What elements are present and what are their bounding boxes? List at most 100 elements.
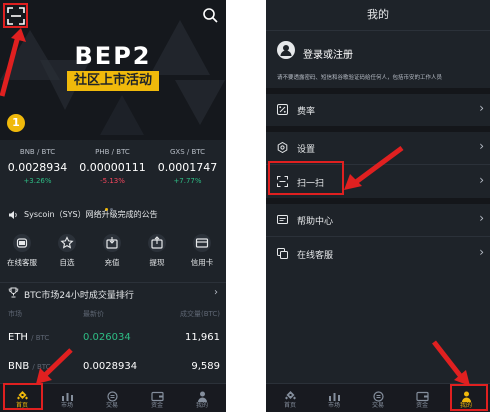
promo-banner[interactable]: BEP2 社区上市活动 1 — [0, 0, 226, 140]
ticker-change: -5.13% — [100, 177, 125, 185]
percent-icon — [277, 104, 288, 115]
market-pair: ETH / BTC — [8, 332, 49, 343]
highlight-arrow-profile — [432, 340, 470, 386]
banner-headline: BEP2 — [74, 42, 152, 70]
security-warning: 请不要透露密码、短信和谷歌验证码给任何人，包括币安的工作人员 — [277, 75, 443, 81]
tab-home[interactable]: 首页 — [268, 384, 312, 412]
ticker-change: +3.26% — [23, 177, 52, 185]
market-last-price: 0.026034 — [83, 332, 131, 343]
tab-profile[interactable]: 我的 — [180, 384, 224, 412]
ticker-phb-btc[interactable]: PHB / BTC 0.00000111 -5.13% — [75, 148, 150, 185]
quick-action-label: 自选 — [59, 258, 75, 267]
column-volume: 成交量(BTC) — [179, 310, 220, 318]
market-table-header: 市场 最新价 成交量(BTC) — [0, 307, 226, 319]
menu-item-label: 费率 — [297, 107, 316, 117]
chevron-right-icon: › — [214, 287, 218, 298]
quick-action-label: 在线客服 — [7, 258, 37, 267]
headset-icon — [13, 234, 31, 252]
tab-trade[interactable]: 交易 — [356, 384, 400, 412]
column-market: 市场 — [8, 310, 22, 318]
menu-item-label: 帮助中心 — [297, 217, 334, 227]
market-icon — [328, 387, 341, 401]
profile-screen: 我的 登录或注册 请不要透露密码、短信和谷歌验证码给任何人，包括币安的工作人员 … — [266, 0, 490, 412]
market-base: BNB — [8, 361, 30, 372]
ranking-header[interactable]: BTC市场24小时成交量排行 › — [0, 282, 226, 303]
highlight-box-home-tab — [3, 383, 43, 410]
ticker-gxs-btc[interactable]: GXS / BTC 0.0001747 +7.77% — [150, 148, 225, 185]
profile-icon — [196, 387, 209, 402]
market-icon — [61, 387, 74, 401]
menu-item-settings[interactable]: 设置 › — [266, 130, 490, 165]
speaker-icon — [9, 211, 17, 219]
chevron-right-icon: › — [479, 101, 484, 115]
quick-action-support[interactable]: 在线客服 — [0, 234, 44, 268]
ticker-pair: GXS / BTC — [169, 148, 206, 156]
market-volume: 11,961 — [185, 332, 220, 343]
ticker-strip: BNB / BTC 0.0028934 +3.26% PHB / BTC 0.0… — [0, 148, 226, 196]
trade-icon — [106, 387, 119, 402]
menu-item-support[interactable]: 在线客服 › — [266, 236, 490, 270]
ticker-pair: PHB / BTC — [95, 148, 130, 156]
announcement-text: Syscoin（SYS）网络升级完成的公告 — [24, 210, 158, 219]
help-icon — [277, 215, 288, 224]
trade-icon — [372, 387, 385, 402]
tab-market[interactable]: 市场 — [45, 384, 89, 412]
login-register-row[interactable]: 登录或注册 请不要透露密码、短信和谷歌验证码给任何人，包括币安的工作人员 — [266, 31, 490, 87]
deposit-icon — [103, 234, 121, 252]
page-title: 我的 — [266, 0, 490, 31]
withdraw-icon — [148, 234, 166, 252]
quick-action-label: 提现 — [149, 258, 165, 267]
banner-subtitle: 社区上市活动 — [67, 71, 159, 91]
star-icon — [58, 234, 76, 252]
announcement-bar[interactable]: Syscoin（SYS）网络升级完成的公告 — [0, 205, 226, 225]
ticker-pair: BNB / BTC — [19, 148, 56, 156]
market-last-price: 0.0028934 — [83, 361, 138, 372]
highlight-box-scan-menu — [268, 161, 344, 195]
chevron-right-icon: › — [479, 173, 484, 187]
market-pair: BNB / BTC — [8, 361, 51, 372]
chevron-right-icon: › — [479, 245, 484, 259]
chevron-right-icon: › — [479, 211, 484, 225]
market-base: ETH — [8, 332, 28, 343]
settings-icon — [277, 142, 288, 153]
ticker-change: +7.77% — [173, 177, 202, 185]
tab-wallet[interactable]: 资金 — [400, 384, 444, 412]
quick-action-credit-card[interactable]: 信用卡 — [180, 234, 224, 268]
menu-item-fees[interactable]: 费率 › — [266, 92, 490, 126]
credit-card-icon — [193, 234, 211, 252]
menu-item-help[interactable]: 帮助中心 › — [266, 202, 490, 237]
avatar-icon — [277, 41, 295, 59]
tab-wallet[interactable]: 资金 — [135, 384, 179, 412]
tab-trade[interactable]: 交易 — [90, 384, 134, 412]
chat-icon — [277, 248, 288, 259]
market-volume: 9,589 — [191, 361, 220, 372]
quick-action-withdraw[interactable]: 提现 — [135, 234, 179, 268]
wallet-icon — [150, 387, 164, 402]
quick-action-label: 充值 — [104, 258, 120, 267]
quick-action-deposit[interactable]: 充值 — [90, 234, 134, 268]
ranking-title: BTC市场24小时成交量排行 — [24, 291, 134, 301]
home-screen: BEP2 社区上市活动 1 BNB / BTC 0.0028934 +3.26%… — [0, 0, 226, 412]
trophy-icon — [8, 287, 19, 298]
banner-index-badge: 1 — [7, 114, 25, 132]
wallet-icon — [415, 387, 429, 402]
market-quote: / BTC — [32, 363, 51, 371]
quick-action-label: 信用卡 — [190, 258, 214, 267]
market-row[interactable]: ETH / BTC 0.026034 11,961 — [0, 327, 226, 349]
highlight-box-profile-tab — [450, 384, 488, 411]
tab-market[interactable]: 市场 — [312, 384, 356, 412]
login-register-label: 登录或注册 — [303, 50, 353, 61]
quick-action-favorites[interactable]: 自选 — [45, 234, 89, 268]
ticker-price: 0.0001747 — [157, 161, 218, 174]
quick-actions: 在线客服 自选 充值 提现 信用卡 — [0, 234, 226, 274]
highlight-box-scan — [3, 3, 28, 28]
ticker-price: 0.0028934 — [7, 161, 68, 174]
chevron-right-icon: › — [479, 139, 484, 153]
ticker-bnb-btc[interactable]: BNB / BTC 0.0028934 +3.26% — [0, 148, 75, 185]
home-icon — [284, 387, 297, 400]
menu-item-label: 设置 — [297, 145, 316, 155]
search-icon[interactable] — [202, 7, 218, 23]
market-row[interactable]: BNB / BTC 0.0028934 9,589 — [0, 356, 226, 378]
market-quote: / BTC — [31, 334, 50, 342]
ticker-price: 0.00000111 — [79, 161, 146, 174]
